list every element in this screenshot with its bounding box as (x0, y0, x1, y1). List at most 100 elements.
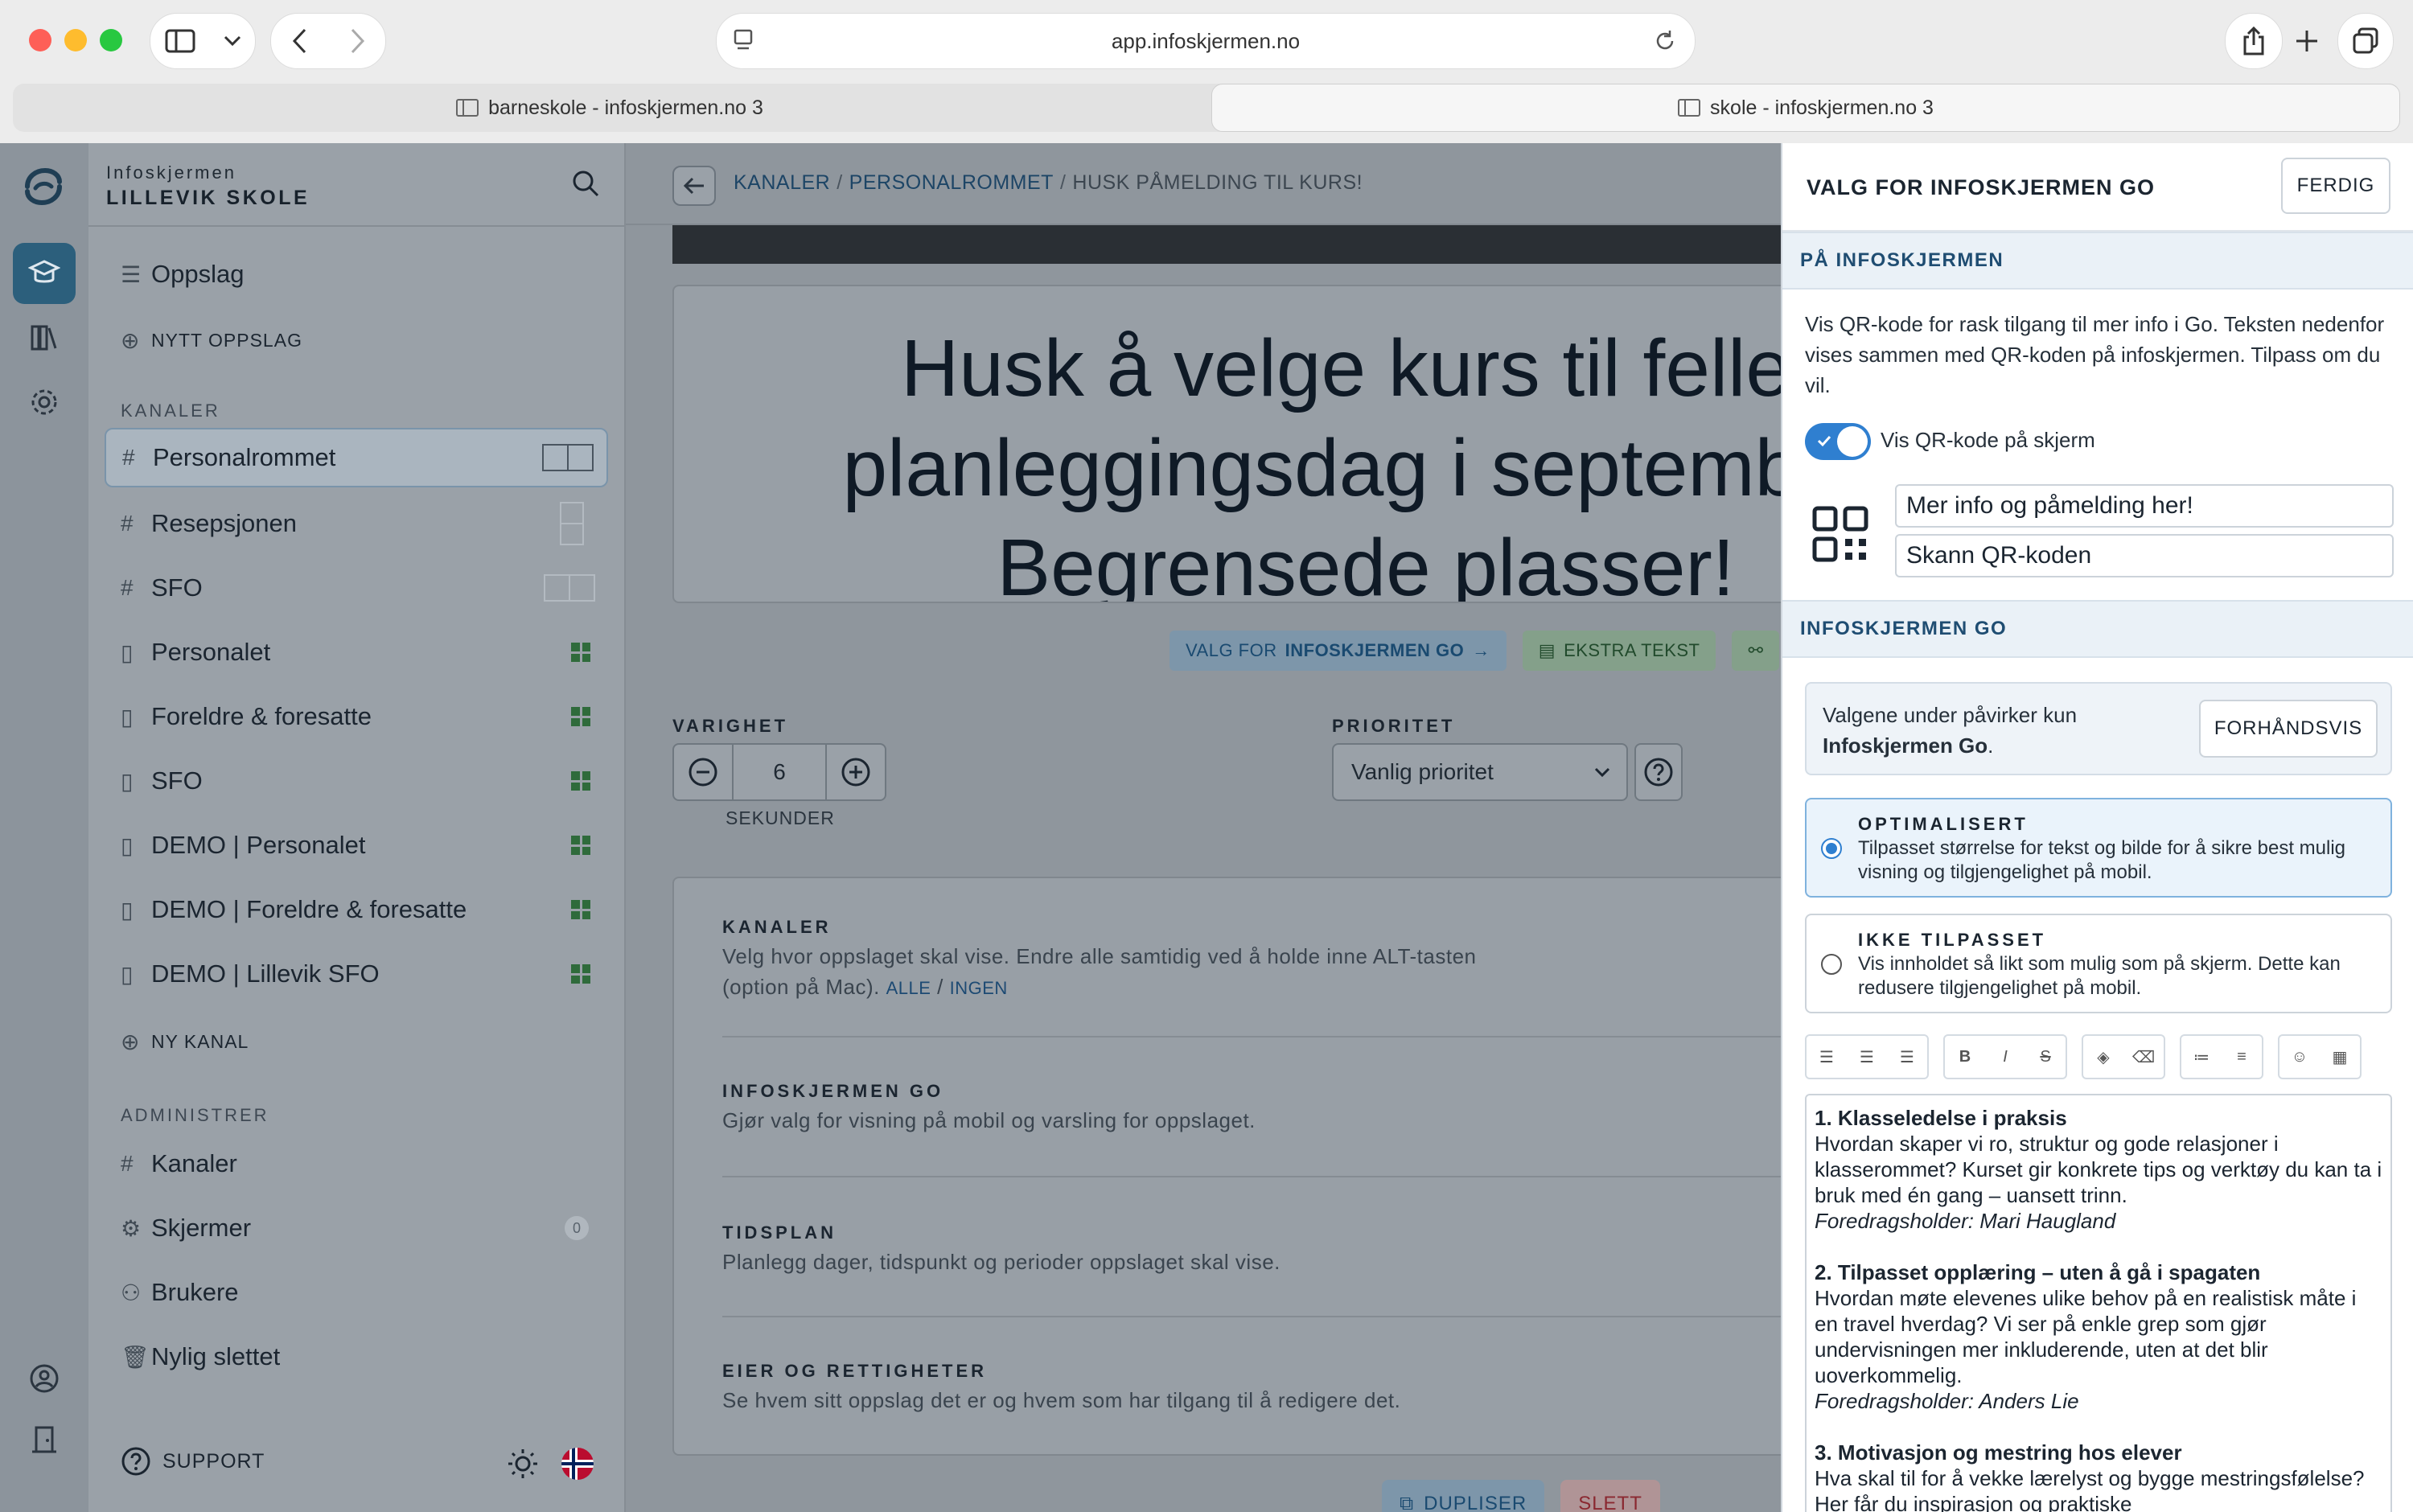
headline-text: Husk å velge kurs til felles planlegging… (842, 323, 1781, 603)
hash-icon: # (122, 445, 135, 470)
browser-tab[interactable]: barneskole - infoskjermen.no 3 (13, 84, 1206, 132)
page-settings-icon[interactable] (733, 28, 755, 54)
breadcrumb-channels[interactable]: KANALER (734, 171, 830, 194)
align-left-icon[interactable]: ☰ (1807, 1036, 1847, 1078)
settings-row-channels[interactable]: KANALER Velg hvor oppslaget skal vise. E… (722, 917, 1527, 1004)
breadcrumb: KANALER / PERSONALROMMET / HUSK PÅMELDING TI… (734, 171, 1363, 194)
settings-row-go[interactable]: INFOSKJERMEN GO Gjør valg for visning på… (722, 1081, 1527, 1136)
sidebar-item-channel[interactable]: # Personalrommet (105, 428, 608, 487)
table-icon[interactable]: ▦ (2320, 1036, 2360, 1078)
forward-icon[interactable] (349, 28, 365, 54)
delete-button[interactable]: SLETT (1560, 1480, 1660, 1512)
sidebar-item-channel[interactable]: ▯ SFO (105, 751, 608, 811)
align-right-icon[interactable]: ☰ (1887, 1036, 1927, 1078)
search-icon[interactable] (571, 169, 600, 198)
bullet-list-icon[interactable]: ≔ (2181, 1036, 2222, 1078)
qr-toggle-label: Vis QR-kode på skjerm (1881, 428, 2095, 452)
info-dot: . (1988, 733, 1994, 758)
strikethrough-icon[interactable]: S (2025, 1036, 2066, 1078)
go-options-chip[interactable]: VALG FOR INFOSKJERMEN GO → (1170, 631, 1507, 671)
select-none-link[interactable]: INGEN (950, 978, 1008, 998)
rail-settings-button[interactable] (13, 372, 76, 433)
qr-line1-input[interactable] (1895, 484, 2394, 528)
close-window-button[interactable] (29, 29, 51, 51)
breadcrumb-channel[interactable]: PERSONALROMMET (849, 171, 1054, 194)
emoji-icon[interactable]: ☺ (2279, 1036, 2320, 1078)
chip-icon: ⚙ (121, 1215, 142, 1241)
headline-preview[interactable]: Husk å velge kurs til felles planlegging… (672, 285, 1781, 603)
priority-select[interactable]: Vanlig prioritet (1332, 743, 1628, 801)
sidebar-item-channel[interactable]: ▯ Foreldre & foresatte (105, 687, 608, 746)
priority-help-button[interactable] (1634, 743, 1683, 801)
clear-group: ◈ ⌫ (2082, 1034, 2165, 1079)
sidebar-item-admin-channels[interactable]: # Kanaler (105, 1134, 608, 1194)
align-center-icon[interactable]: ☰ (1847, 1036, 1887, 1078)
radio-unadapted[interactable] (1821, 954, 1842, 975)
browser-tab-active[interactable]: skole - infoskjermen.no 3 (1211, 84, 2400, 132)
reload-icon[interactable] (1653, 28, 1677, 54)
norwegian-flag-icon[interactable] (561, 1448, 594, 1480)
tab-overview-button[interactable] (2337, 13, 2394, 69)
help-circle-icon (121, 1447, 150, 1476)
new-channel-button[interactable]: ⊕ NY KANAL (105, 1012, 608, 1071)
sidebar-item-channel[interactable]: ▯ DEMO | Foreldre & foresatte (105, 880, 608, 939)
phone-icon: ▯ (121, 897, 134, 922)
new-channel-label: NY KANAL (151, 1030, 249, 1052)
option-unadapted[interactable]: IKKE TILPASSET Vis innholdet så likt som… (1805, 914, 2392, 1013)
duration-stepper: 6 (672, 743, 886, 801)
bold-icon[interactable]: B (1945, 1036, 1985, 1078)
numbered-list-icon[interactable]: ≡ (2222, 1036, 2262, 1078)
radio-optimized[interactable] (1821, 838, 1842, 859)
address-bar[interactable]: app.infoskjermen.no (716, 13, 1696, 69)
qr-toggle[interactable] (1805, 423, 1871, 460)
sidebar-item-oppslag[interactable]: ☰ Oppslag (105, 244, 608, 304)
rail-library-button[interactable] (13, 307, 76, 368)
sidebar-toggle-button[interactable] (150, 13, 256, 69)
italic-icon[interactable]: I (1985, 1036, 2025, 1078)
support-label: SUPPORT (162, 1449, 265, 1473)
support-button[interactable]: SUPPORT (121, 1446, 265, 1477)
rail-logout-button[interactable] (13, 1409, 76, 1470)
drawer-title: VALG FOR INFOSKJERMEN GO (1807, 175, 2156, 199)
sidebar-item-channel[interactable]: # Resepsjonen (105, 494, 608, 553)
eraser-icon[interactable]: ⌫ (2123, 1036, 2164, 1078)
option-optimized[interactable]: OPTIMALISERT Tilpasset størrelse for tek… (1805, 798, 2392, 898)
settings-row-owner[interactable]: EIER OG RETTIGHETER Se hvem sitt oppslag… (722, 1361, 1527, 1415)
sidebar-item-channel[interactable]: ▯ Personalet (105, 622, 608, 682)
paint-bucket-icon[interactable]: ◈ (2083, 1036, 2123, 1078)
sidebar-item-channel[interactable]: ▯ DEMO | Personalet (105, 816, 608, 875)
increment-button[interactable] (827, 745, 885, 799)
sidebar-item-channel[interactable]: ▯ DEMO | Lillevik SFO (105, 944, 608, 1004)
back-icon[interactable] (292, 28, 308, 54)
tab-overview-icon (2353, 27, 2378, 54)
help-circle-icon (1644, 758, 1673, 787)
minimize-window-button[interactable] (64, 29, 87, 51)
admin-label: Brukere (151, 1278, 239, 1306)
preview-button[interactable]: FORHÅNDSVIS (2199, 700, 2378, 758)
back-button[interactable] (672, 166, 716, 206)
sidebar-item-channel[interactable]: # SFO (105, 558, 608, 618)
duration-value[interactable]: 6 (732, 745, 827, 799)
list-icon: ☰ (121, 261, 142, 287)
rail-school-button[interactable] (13, 243, 76, 304)
new-post-button[interactable]: ⊕ NYTT OPPSLAG (105, 310, 608, 370)
link-chip[interactable]: ⚯ (1732, 631, 1780, 671)
share-button[interactable] (2225, 13, 2283, 69)
duplicate-label: DUPLISER (1424, 1493, 1527, 1512)
extra-text-chip[interactable]: ▤ EKSTRA TEKST (1522, 631, 1716, 671)
new-tab-button[interactable] (2278, 13, 2336, 69)
maximize-window-button[interactable] (100, 29, 122, 51)
sidebar-item-admin-screens[interactable]: ⚙ Skjermer 0 (105, 1198, 608, 1258)
decrement-button[interactable] (674, 745, 732, 799)
select-all-link[interactable]: ALLE (886, 978, 931, 998)
done-button[interactable]: FERDIG (2281, 158, 2390, 214)
sidebar-item-admin-users[interactable]: ⚇ Brukere (105, 1263, 608, 1322)
sidebar-item-admin-deleted[interactable]: 🗑 Nylig slettet (105, 1327, 608, 1387)
rich-text-editor[interactable]: 1. Klasseledelse i praksis Hvordan skape… (1805, 1094, 2392, 1512)
settings-row-schedule[interactable]: TIDSPLAN Planlegg dager, tidspunkt og pe… (722, 1222, 1527, 1277)
duplicate-button[interactable]: ⧉ DUPLISER (1382, 1480, 1545, 1512)
history-nav (270, 13, 386, 69)
rail-account-button[interactable] (13, 1348, 76, 1409)
qr-line2-input[interactable] (1895, 534, 2394, 577)
theme-sun-icon[interactable] (507, 1448, 539, 1480)
